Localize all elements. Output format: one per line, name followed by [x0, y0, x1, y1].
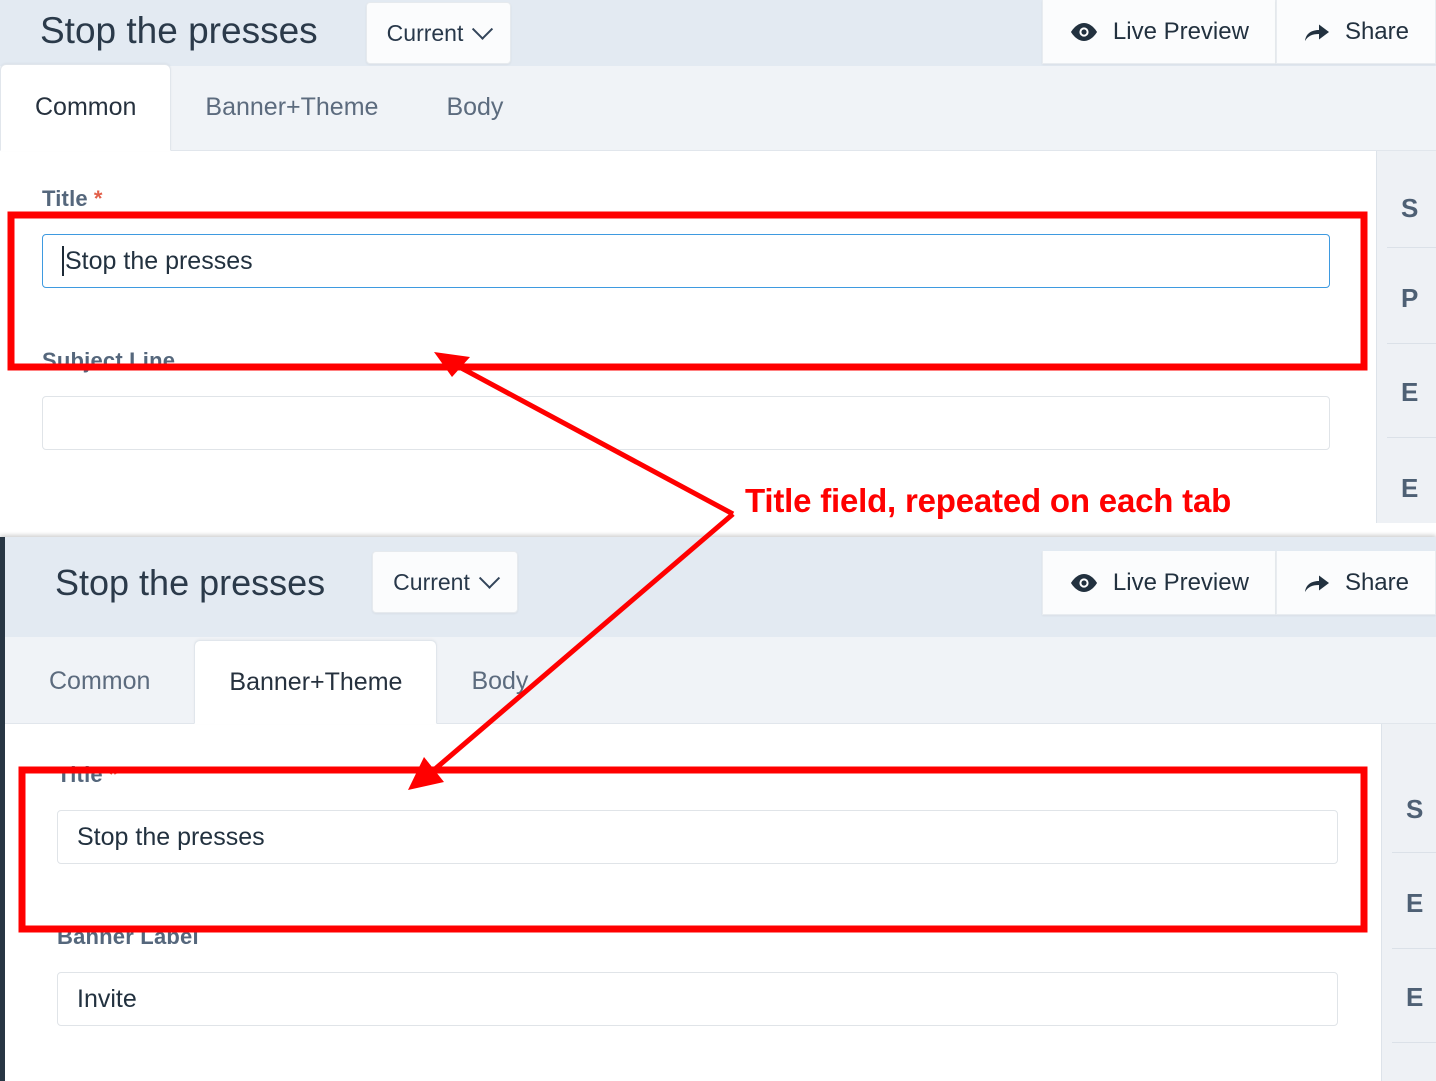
version-dropdown-label: Current — [386, 19, 464, 46]
version-dropdown-label-2: Current — [393, 568, 470, 595]
form-area-panel-one: Title * Stop the presses Subject Line S P — [0, 151, 1436, 523]
rail-divider-2-1 — [1392, 948, 1436, 949]
tabstrip-panel-one: Common Banner+Theme Body — [0, 64, 1436, 151]
field-subject-line-label: Subject Line — [42, 348, 1330, 374]
form-card-common: Title * Stop the presses Subject Line — [0, 151, 1376, 523]
share-button-2[interactable]: Share — [1275, 551, 1436, 615]
title-input-2[interactable]: Stop the presses — [57, 810, 1338, 864]
tab-common-2[interactable]: Common — [5, 639, 194, 723]
subject-line-input[interactable] — [42, 396, 1330, 450]
tab-body[interactable]: Body — [412, 64, 537, 150]
field-subject-line-label-text: Subject Line — [42, 348, 176, 373]
rail-item-2-2[interactable]: E — [1406, 982, 1423, 1013]
field-title-label-2: Title * — [57, 762, 1338, 788]
version-dropdown-current[interactable]: Current — [365, 2, 512, 64]
form-card-banner-theme: Title * Stop the presses Banner Label Inv… — [5, 724, 1381, 1081]
rail-item-3[interactable]: E — [1401, 473, 1418, 504]
banner-label-input-value: Invite — [77, 984, 137, 1013]
tab-banner-theme-label-2: Banner+Theme — [229, 667, 403, 696]
rail-divider-2-0 — [1392, 852, 1436, 853]
screenshot-panel-banner-theme-tab: Stop the presses Current Live Preview Sh… — [0, 537, 1436, 1081]
rail-item-2-0[interactable]: S — [1406, 794, 1423, 825]
form-area-panel-two: Title * Stop the presses Banner Label Inv… — [5, 724, 1436, 1081]
share-button[interactable]: Share — [1275, 0, 1436, 64]
live-preview-label: Live Preview — [1112, 17, 1249, 45]
field-banner-label: Banner Label Invite — [57, 924, 1338, 1026]
rail-divider-2-2 — [1392, 1042, 1436, 1043]
tab-banner-theme-2[interactable]: Banner+Theme — [194, 640, 438, 724]
annotation-callout-text: Title field, repeated on each tab — [745, 482, 1232, 519]
field-title-2: Title * Stop the presses — [57, 762, 1338, 864]
rail-item-1[interactable]: P — [1401, 283, 1418, 314]
tab-common-label-2: Common — [49, 666, 151, 695]
app-header-panel-one: Stop the presses Current Live Preview Sh… — [0, 0, 1436, 66]
header-actions-panel-one: Live Preview Share — [1041, 0, 1436, 64]
field-banner-label-label: Banner Label — [57, 924, 1338, 950]
field-title-label-text-2: Title — [57, 762, 103, 787]
field-title-label-text: Title — [42, 186, 88, 211]
share-arrow-icon-2 — [1303, 571, 1331, 595]
chevron-down-icon-2 — [478, 567, 500, 589]
page-title: Stop the presses — [40, 10, 318, 51]
version-dropdown-current-2[interactable]: Current — [372, 551, 518, 613]
side-rail-panel-one: S P E E — [1376, 151, 1436, 523]
required-asterisk: * — [93, 186, 103, 211]
rail-divider-2 — [1387, 437, 1436, 438]
eye-icon — [1069, 22, 1099, 42]
required-asterisk-2: * — [108, 762, 118, 787]
share-arrow-icon — [1303, 20, 1331, 44]
live-preview-label-2: Live Preview — [1112, 568, 1249, 596]
live-preview-button[interactable]: Live Preview — [1041, 0, 1276, 64]
tab-body-label-2: Body — [471, 666, 529, 695]
tab-banner-theme-label: Banner+Theme — [205, 92, 379, 121]
tab-common[interactable]: Common — [0, 64, 172, 151]
share-label-2: Share — [1344, 568, 1409, 596]
app-header-panel-two: Stop the presses Current Live Preview Sh… — [5, 537, 1436, 637]
tab-body-label: Body — [446, 92, 504, 121]
tab-body-2[interactable]: Body — [437, 639, 562, 723]
live-preview-button-2[interactable]: Live Preview — [1041, 551, 1276, 615]
banner-label-input[interactable]: Invite — [57, 972, 1338, 1026]
field-subject-line: Subject Line — [42, 348, 1330, 450]
tab-banner-theme[interactable]: Banner+Theme — [171, 64, 412, 150]
field-title-label: Title * — [42, 186, 1330, 212]
title-input[interactable]: Stop the presses — [42, 234, 1330, 288]
side-rail-panel-two: S E E — [1381, 724, 1436, 1081]
rail-divider-1 — [1387, 343, 1436, 344]
title-input-value: Stop the presses — [65, 246, 253, 275]
rail-item-2[interactable]: E — [1401, 377, 1418, 408]
header-actions-panel-two: Live Preview Share — [1041, 551, 1436, 615]
rail-divider-0 — [1387, 247, 1436, 248]
chevron-down-icon — [472, 18, 494, 40]
tab-common-label: Common — [35, 93, 137, 121]
title-input-value-2: Stop the presses — [77, 822, 265, 851]
text-caret — [62, 246, 64, 276]
field-banner-label-label-text: Banner Label — [57, 924, 199, 949]
rail-item-2-1[interactable]: E — [1406, 888, 1423, 919]
field-title: Title * Stop the presses — [42, 186, 1330, 288]
page-title-2: Stop the presses — [55, 562, 326, 603]
tabstrip-panel-two: Common Banner+Theme Body — [5, 637, 1436, 724]
eye-icon-2 — [1069, 573, 1099, 593]
rail-item-0[interactable]: S — [1401, 193, 1418, 224]
screenshot-panel-common-tab: Stop the presses Current Live Preview Sh… — [0, 0, 1436, 540]
share-label: Share — [1344, 17, 1409, 45]
